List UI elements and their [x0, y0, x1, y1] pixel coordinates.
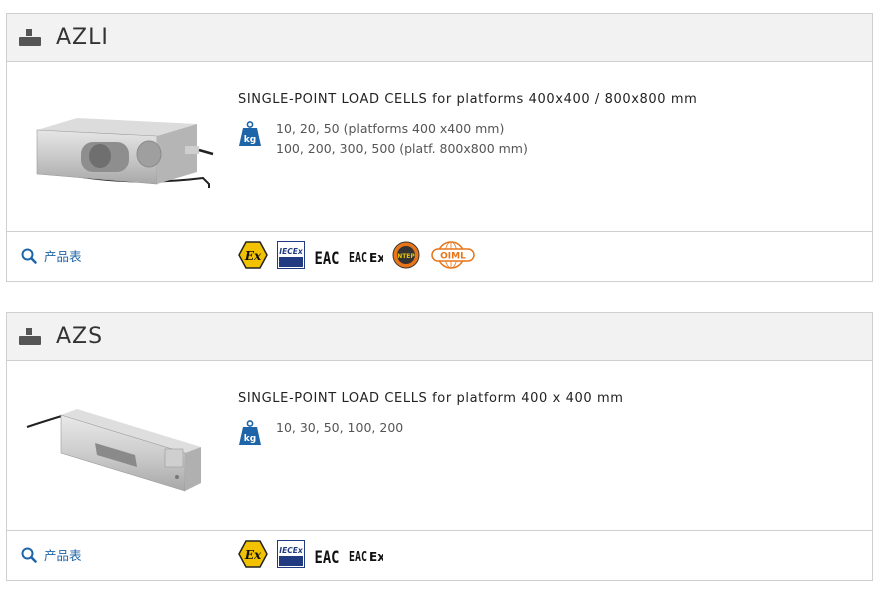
atex-icon: Ex — [238, 241, 268, 269]
product-image[interactable] — [25, 92, 215, 202]
eac-icon: EAC — [315, 249, 340, 268]
datasheet-label[interactable]: 产品表 — [44, 246, 82, 265]
svg-text:Ex: Ex — [244, 548, 262, 562]
capacity-line: 100, 200, 300, 500 (platf. 800x800 mm) — [276, 141, 528, 156]
search-icon — [21, 248, 37, 264]
product-body: SINGLE-POINT LOAD CELLS for platforms 40… — [7, 62, 872, 232]
svg-text:OIML: OIML — [440, 252, 466, 262]
eac-ex-icon: EAC Ex — [349, 251, 383, 266]
svg-text:Ex: Ex — [369, 550, 383, 564]
capacity-line: 10, 20, 50 (platforms 400 x400 mm) — [276, 121, 505, 136]
load-cell-icon — [19, 327, 41, 346]
product-card-azli: AZLI SINGLE-POINT LOAD CELLS for platfor… — [6, 13, 873, 282]
svg-text:NTEP: NTEP — [397, 253, 415, 260]
product-body: SINGLE-POINT LOAD CELLS for platform 400… — [7, 361, 872, 531]
eac-ex-icon: EAC Ex — [349, 550, 383, 565]
product-header: AZS — [7, 313, 872, 361]
datasheet-label[interactable]: 产品表 — [44, 545, 82, 564]
kg-text: kg — [244, 434, 256, 444]
oiml-icon: OIML — [431, 241, 475, 269]
product-description: SINGLE-POINT LOAD CELLS for platforms 40… — [238, 92, 698, 107]
load-cell-icon — [19, 28, 41, 47]
iecex-icon: IECEx — [277, 241, 305, 269]
certifications: Ex IECEx EAC EAC Ex NTEP OIML — [238, 241, 486, 269]
datasheet-link[interactable]: 产品表 — [21, 545, 82, 564]
weight-kg-icon: kg — [239, 420, 261, 445]
product-title[interactable]: AZS — [56, 324, 103, 349]
svg-text:EAC: EAC — [349, 251, 367, 266]
capacity-line: 10, 30, 50, 100, 200 — [276, 420, 404, 435]
eac-icon: EAC — [315, 548, 340, 567]
product-description: SINGLE-POINT LOAD CELLS for platform 400… — [238, 391, 624, 406]
atex-icon: Ex — [238, 540, 268, 568]
svg-text:EAC: EAC — [349, 550, 367, 565]
svg-text:IECEx: IECEx — [279, 247, 304, 256]
svg-text:EAC: EAC — [315, 249, 340, 268]
certifications: Ex IECEx EAC EAC Ex — [238, 540, 392, 568]
svg-text:EAC: EAC — [315, 548, 340, 567]
kg-text: kg — [244, 135, 256, 145]
product-footer: 产品表 Ex IECEx EAC EAC Ex — [7, 531, 872, 579]
product-card-azs: AZS SINGLE-POINT LOAD CELLS for platform… — [6, 312, 873, 581]
svg-text:Ex: Ex — [244, 249, 262, 263]
datasheet-link[interactable]: 产品表 — [21, 246, 82, 265]
product-title[interactable]: AZLI — [56, 25, 109, 50]
weight-kg-icon: kg — [239, 121, 261, 146]
product-header: AZLI — [7, 14, 872, 62]
ntep-icon: NTEP — [392, 241, 420, 269]
product-footer: 产品表 Ex IECEx EAC EAC Ex — [7, 232, 872, 280]
iecex-icon: IECEx — [277, 540, 305, 568]
search-icon — [21, 547, 37, 563]
svg-text:Ex: Ex — [369, 251, 383, 265]
product-image[interactable] — [25, 391, 215, 501]
svg-text:IECEx: IECEx — [279, 546, 304, 555]
